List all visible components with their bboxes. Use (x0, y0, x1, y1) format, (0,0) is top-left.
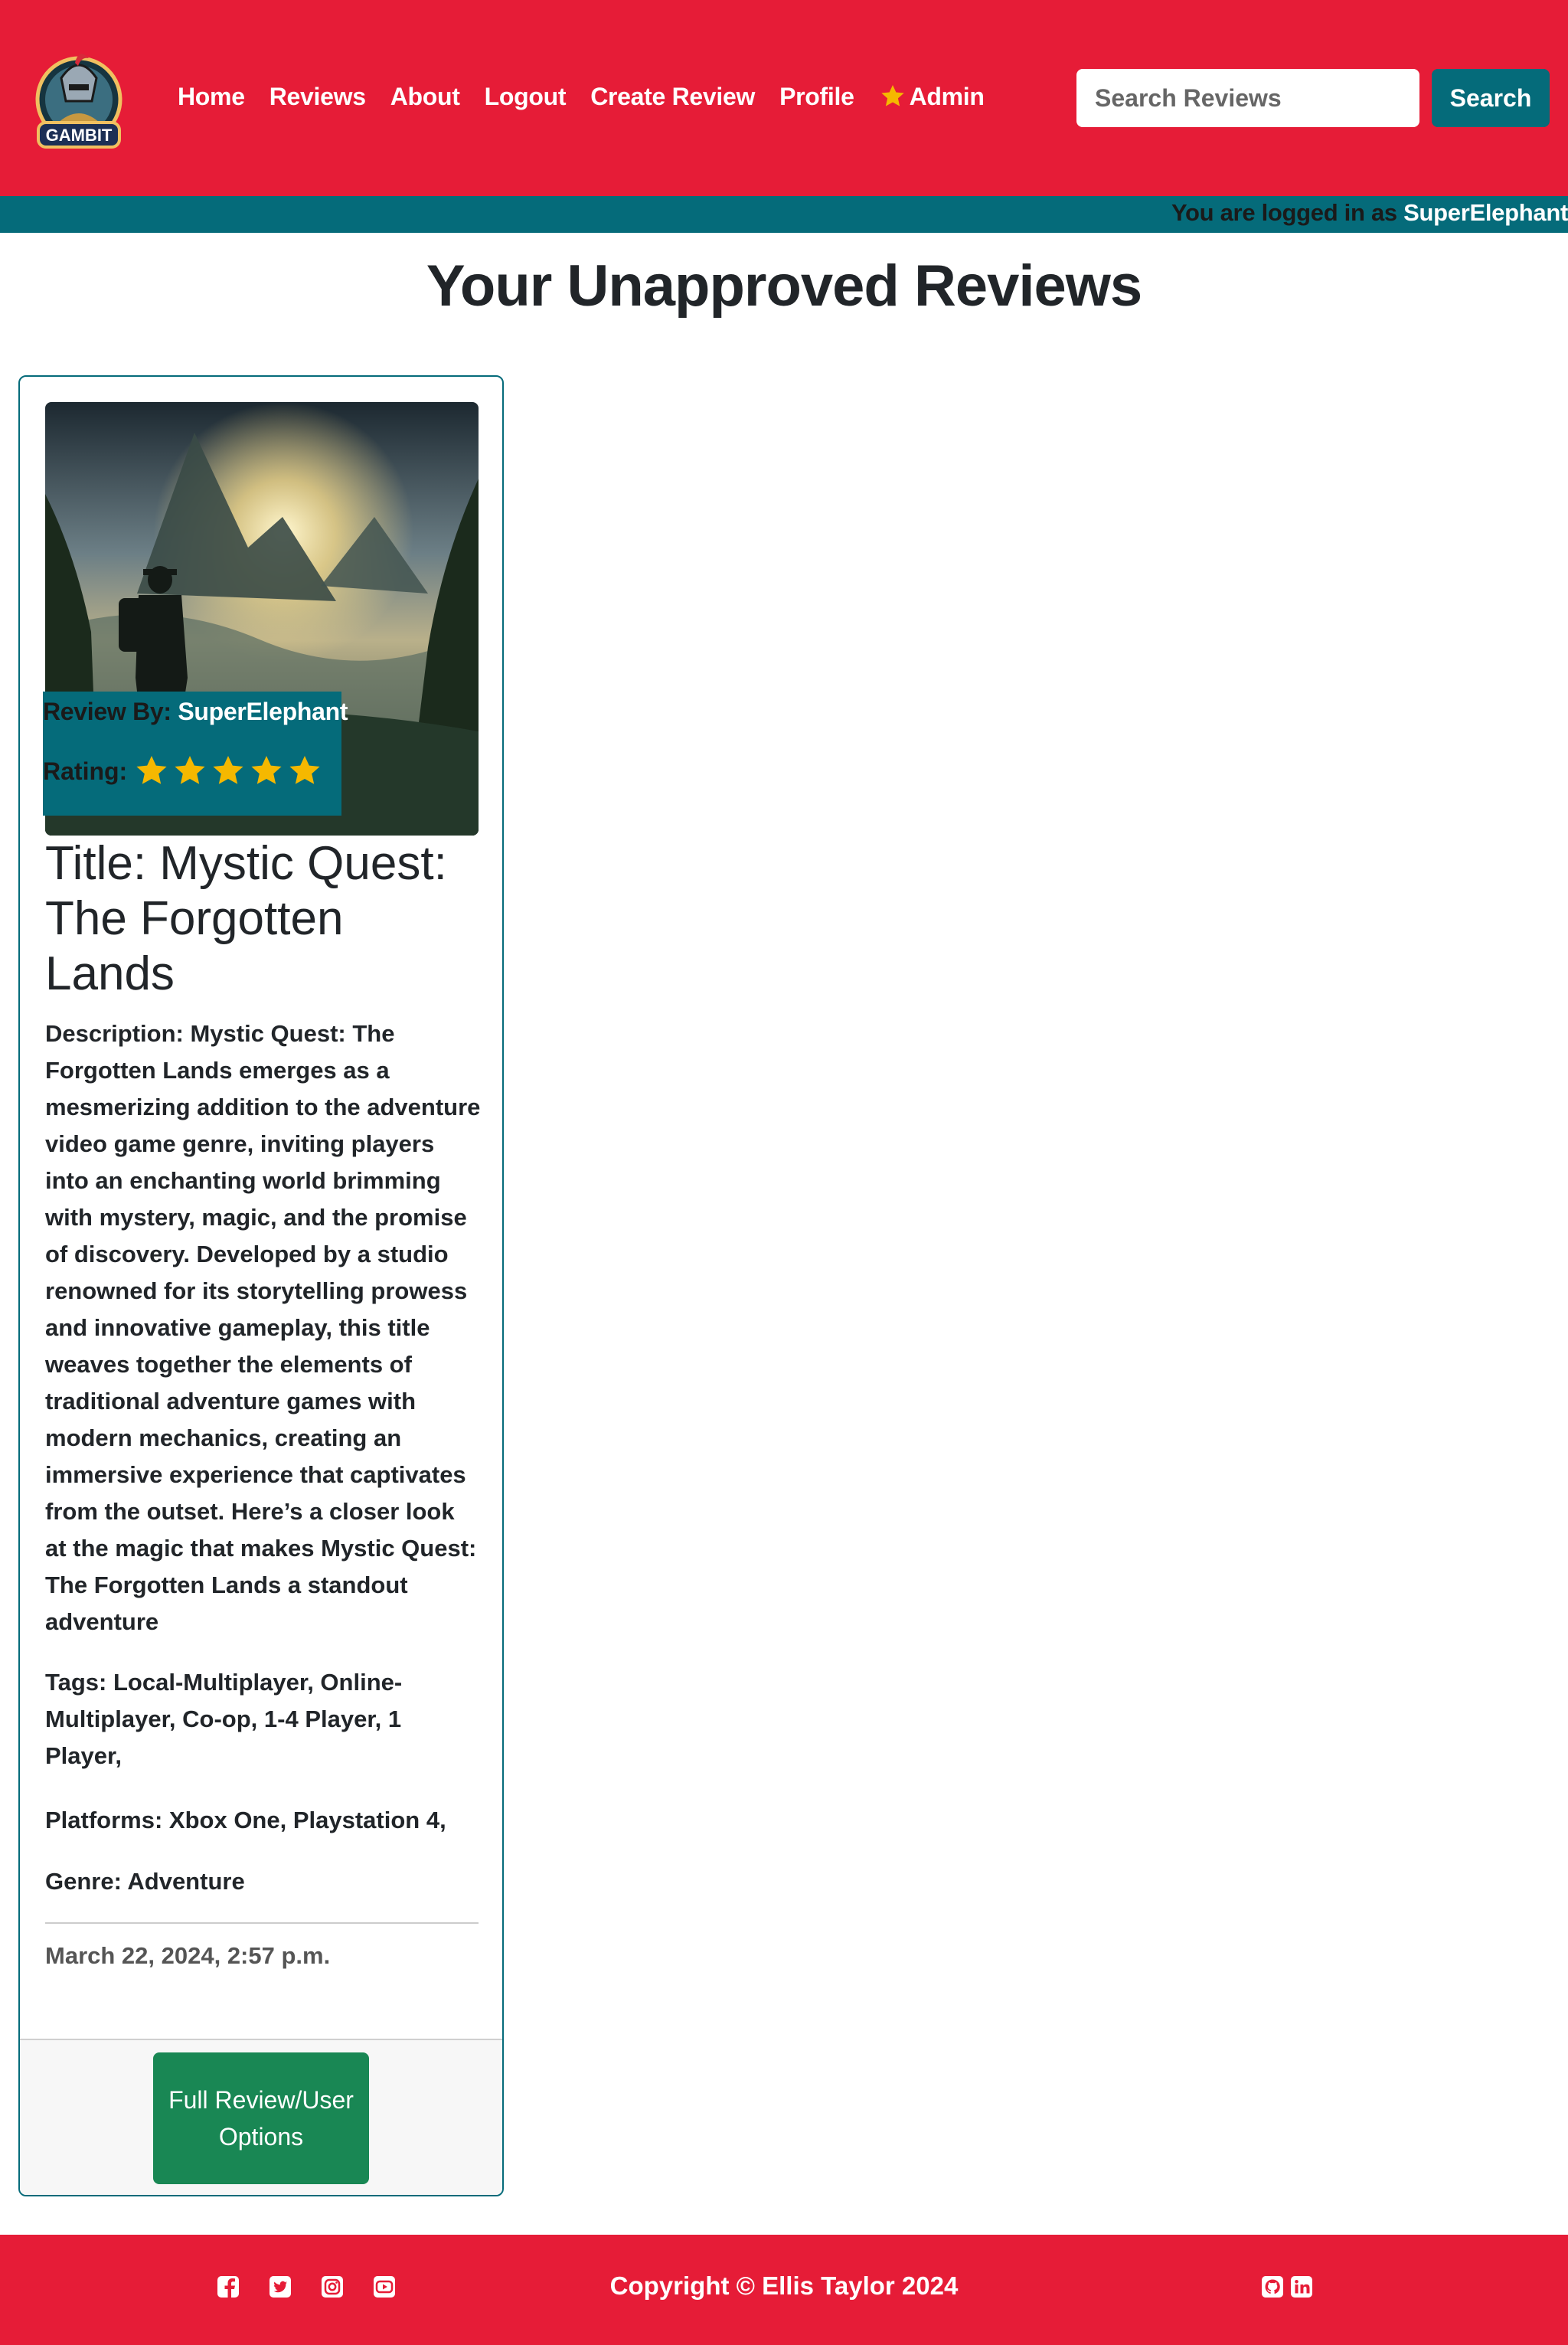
review-genre: Genre: Adventure (45, 1868, 245, 1895)
full-review-button[interactable]: Full Review/User Options (153, 2052, 369, 2184)
nav-create-review[interactable]: Create Review (590, 83, 755, 111)
nav-admin[interactable]: Admin (879, 83, 985, 111)
search-input[interactable] (1076, 69, 1419, 127)
search-button[interactable]: Search (1432, 69, 1550, 127)
nav-about[interactable]: About (390, 83, 460, 111)
nav-admin-label: Admin (909, 82, 985, 110)
linkedin-icon[interactable] (1289, 2275, 1314, 2299)
login-status-bar: You are logged in as SuperElephant (0, 196, 1568, 233)
gambit-logo[interactable]: GAMBIT (31, 47, 127, 161)
review-tags: Tags: Local-Multiplayer, Online-Multipla… (45, 1669, 403, 1769)
star-icon (136, 756, 167, 784)
rating-label: Rating: (43, 757, 128, 785)
review-author: SuperElephant (178, 698, 348, 725)
nav-home[interactable]: Home (178, 83, 245, 111)
github-icon[interactable] (1260, 2275, 1285, 2299)
card-divider (45, 1922, 479, 1924)
card-footer: Full Review/User Options (20, 2039, 502, 2195)
nav-reviews[interactable]: Reviews (270, 83, 366, 111)
star-icon (213, 756, 243, 784)
nav-profile[interactable]: Profile (779, 83, 854, 111)
login-status-text: You are logged in as SuperElephant (1171, 199, 1568, 227)
navbar: GAMBIT Home Reviews About Logout Create … (0, 0, 1568, 196)
star-icon (251, 756, 282, 784)
footer: Copyright © Ellis Taylor 2024 (0, 2235, 1568, 2345)
login-status-prefix: You are logged in as (1171, 199, 1404, 226)
review-by: Review By: SuperElephant (43, 698, 348, 726)
copyright-text: Copyright © Ellis Taylor 2024 (609, 2271, 959, 2300)
star-icon (880, 85, 904, 106)
login-status-username: SuperElephant (1403, 199, 1568, 226)
review-meta-overlay: Review By: SuperElephant Rating: (43, 692, 348, 816)
logo-text: GAMBIT (46, 126, 113, 145)
review-date: March 22, 2024, 2:57 p.m. (45, 1942, 331, 1969)
page-title: Your Unapproved Reviews (426, 253, 1142, 319)
nav-logout[interactable]: Logout (485, 83, 567, 111)
star-icon (175, 756, 205, 784)
rating-stars (133, 753, 325, 790)
review-rating: Rating: (43, 753, 325, 790)
nav-links: Home Reviews About Logout Create Review … (178, 77, 1009, 116)
review-by-label: Review By: (43, 698, 178, 725)
review-description: Description: Mystic Quest: The Forgotten… (45, 1020, 481, 1635)
star-icon (289, 756, 320, 784)
review-title: Title: Mystic Quest: The Forgotten Lands (45, 837, 447, 1000)
review-card: Review By: SuperElephant Rating: Title: … (18, 375, 504, 2196)
review-platforms: Platforms: Xbox One, Playstation 4, (45, 1807, 446, 1833)
